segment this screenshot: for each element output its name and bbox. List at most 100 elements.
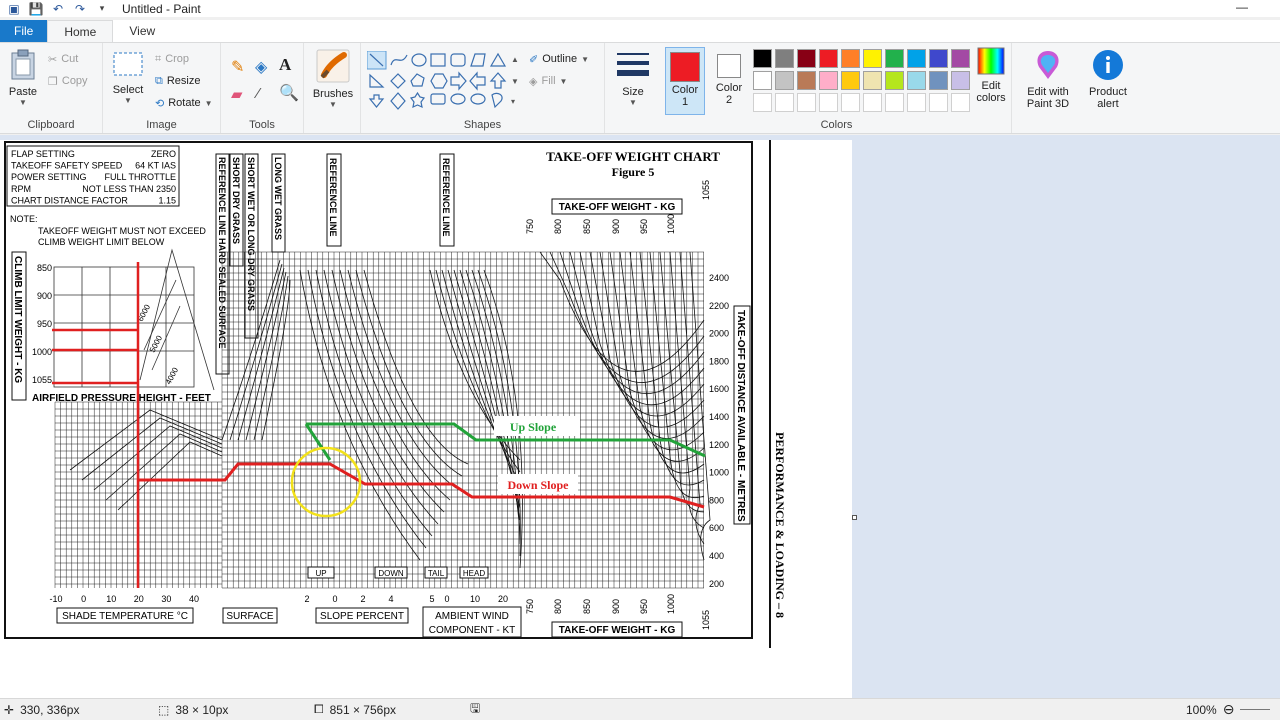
eraser-icon[interactable]: ▰ xyxy=(231,85,243,103)
undo-icon[interactable]: ↶ xyxy=(50,2,66,16)
palette-swatch[interactable] xyxy=(907,93,926,112)
paste-button[interactable]: Paste ▼ xyxy=(4,49,42,107)
palette-swatch[interactable] xyxy=(841,71,860,90)
palette-swatch[interactable] xyxy=(929,71,948,90)
palette-swatch[interactable] xyxy=(863,93,882,112)
climb-tick: 1055 xyxy=(32,375,52,385)
text-tool-icon[interactable]: A xyxy=(279,55,291,75)
palette-swatch[interactable] xyxy=(841,93,860,112)
palette-swatch[interactable] xyxy=(929,49,948,68)
palette-swatch[interactable] xyxy=(951,49,970,68)
resize-button[interactable]: ⧉ Resize xyxy=(155,71,200,91)
tab-view[interactable]: View xyxy=(113,20,171,42)
quick-access-dropdown-icon[interactable]: ▾ xyxy=(94,2,110,16)
outline-button[interactable]: ✐ Outline ▼ xyxy=(529,49,589,69)
palette-swatch[interactable] xyxy=(819,71,838,90)
down-box-label: DOWN xyxy=(378,569,404,578)
edit-with-paint3d-button[interactable]: Edit with Paint 3D xyxy=(1018,49,1078,110)
surface-curve xyxy=(253,275,289,441)
shapes-gallery[interactable] xyxy=(367,51,519,111)
crop-icon: ⌗ xyxy=(155,52,162,65)
select-button[interactable]: Select ▼ xyxy=(109,51,147,105)
palette-swatch[interactable] xyxy=(819,93,838,112)
palette-swatch[interactable] xyxy=(885,71,904,90)
rainbow-palette-icon xyxy=(977,47,1005,75)
head-box-label: HEAD xyxy=(463,569,485,578)
condition-value: NOT LESS THAN 2350 xyxy=(82,184,176,194)
tow-tick-bottom: 900 xyxy=(611,599,621,614)
palette-swatch[interactable] xyxy=(951,71,970,90)
brushes-button[interactable]: Brushes ▼ xyxy=(310,49,356,109)
palette-swatch[interactable] xyxy=(907,71,926,90)
zoom-out-icon[interactable]: ⊖ xyxy=(1223,701,1235,718)
color-picker-icon[interactable]: ⁄ xyxy=(257,85,260,102)
edit-colors-button[interactable]: Edit colors xyxy=(972,47,1010,104)
palette-swatch[interactable] xyxy=(797,49,816,68)
wind-curve xyxy=(471,269,521,545)
palette-swatch[interactable] xyxy=(863,71,882,90)
minimize-button[interactable]: — xyxy=(1234,0,1250,16)
palette-swatch[interactable] xyxy=(775,49,794,68)
product-alert-button[interactable]: Product alert xyxy=(1084,49,1132,110)
palette-swatch[interactable] xyxy=(951,93,970,112)
crop-button[interactable]: ⌗ Crop xyxy=(155,49,189,69)
paint-canvas[interactable]: TAKE-OFF WEIGHT CHART Figure 5 FLAP SETT… xyxy=(0,140,852,698)
size-dropdown-icon: ▼ xyxy=(629,98,637,107)
pencil-icon[interactable]: ✎ xyxy=(231,57,244,77)
canvas-size-text: 851 × 756px xyxy=(329,702,397,717)
color1-button[interactable]: Color 1 xyxy=(665,47,705,115)
distance-tick: 2000 xyxy=(709,329,729,339)
distance-tick: 200 xyxy=(709,579,724,589)
magnifier-icon[interactable]: 🔍 xyxy=(279,83,299,103)
paint3d-label: Edit with Paint 3D xyxy=(1026,86,1070,110)
fill-button[interactable]: ◈ Fill ▼ xyxy=(529,71,567,91)
palette-swatch[interactable] xyxy=(819,49,838,68)
tab-file[interactable]: File xyxy=(0,20,48,42)
save-icon[interactable]: 💾 xyxy=(28,2,44,16)
slope-tick: 4 xyxy=(388,594,393,604)
palette-swatch[interactable] xyxy=(797,71,816,90)
tools-group-label: Tools xyxy=(249,119,275,131)
zoom-slider-track[interactable] xyxy=(1240,709,1271,710)
palette-swatch[interactable] xyxy=(753,49,772,68)
palette-swatch[interactable] xyxy=(907,49,926,68)
tab-home[interactable]: Home xyxy=(47,20,114,42)
palette-swatch[interactable] xyxy=(885,93,904,112)
size-button[interactable]: Size ▼ xyxy=(613,51,653,107)
palette-swatch[interactable] xyxy=(885,49,904,68)
palette-swatch[interactable] xyxy=(841,49,860,68)
shapes-scroll-up-icon[interactable]: ▲ xyxy=(511,55,519,64)
rotate-button[interactable]: ⟲ Rotate ▼ xyxy=(155,93,213,113)
condition-key: TAKEOFF SAFETY SPEED xyxy=(11,161,123,171)
palette-swatch[interactable] xyxy=(929,93,948,112)
palette-swatch[interactable] xyxy=(753,71,772,90)
palette-swatch[interactable] xyxy=(797,93,816,112)
palette-swatch[interactable] xyxy=(775,71,794,90)
cursor-icon: ✛ xyxy=(4,702,15,717)
copy-button[interactable]: ❐ Copy xyxy=(48,71,88,91)
info-icon xyxy=(1093,50,1123,80)
palette-swatch[interactable] xyxy=(775,93,794,112)
color2-button[interactable]: Color 2 xyxy=(709,47,749,106)
shade-tick: 20 xyxy=(134,594,144,604)
condition-key: RPM xyxy=(11,184,31,194)
palette-swatch[interactable] xyxy=(753,93,772,112)
shapes-more-icon[interactable]: ▾ xyxy=(511,97,515,106)
tow-tick-top: 1000 xyxy=(666,214,676,234)
cut-button[interactable]: ✂ Cut xyxy=(48,49,78,69)
down-slope-path xyxy=(138,462,705,509)
fill-bucket-icon[interactable]: ◈ xyxy=(255,57,267,77)
surface-label: SURFACE xyxy=(226,611,274,622)
rotate-icon: ⟲ xyxy=(155,97,165,110)
wind-tick: 5 xyxy=(429,594,434,604)
color1-label: Color 1 xyxy=(671,84,699,108)
canvas-resize-handle[interactable] xyxy=(852,515,857,520)
shapes-scroll-down-icon[interactable]: ▼ xyxy=(511,77,519,86)
edit-colors-label: Edit colors xyxy=(976,80,1006,104)
wind-label-line-1: AMBIENT WIND xyxy=(435,611,509,622)
redo-icon[interactable]: ↷ xyxy=(72,2,88,16)
palette-swatch[interactable] xyxy=(863,49,882,68)
zoom-level: 100% xyxy=(1186,702,1217,717)
down-slope-label: Down Slope xyxy=(507,478,569,492)
shade-tick: -10 xyxy=(49,594,62,604)
